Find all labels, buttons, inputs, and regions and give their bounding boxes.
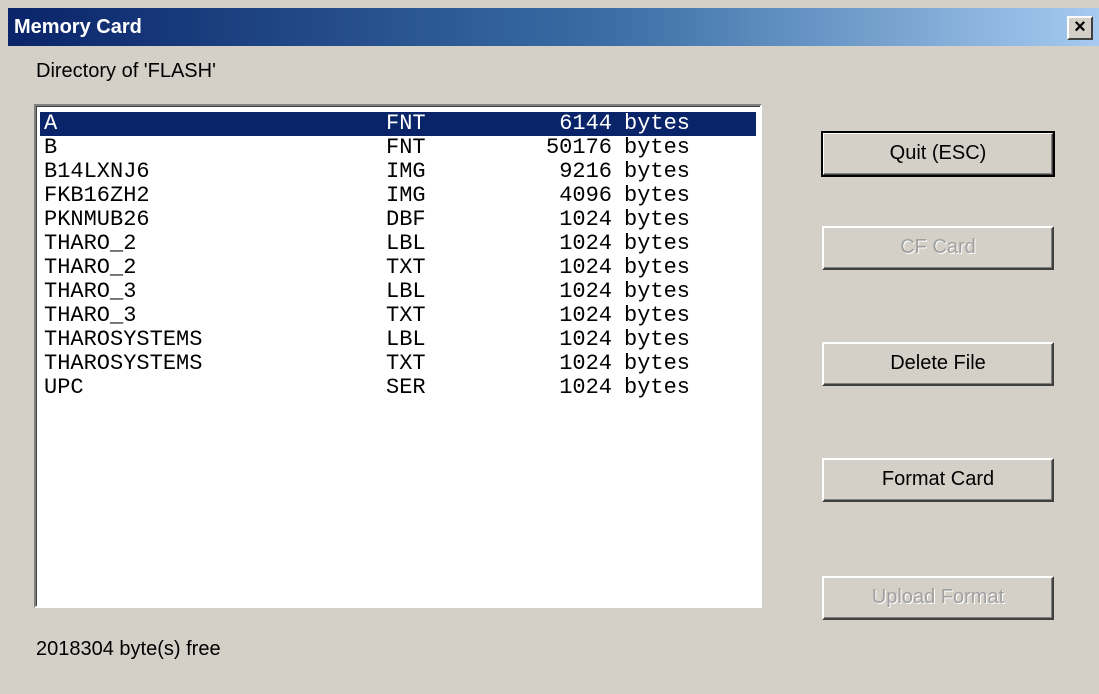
- file-list-item[interactable]: THARO_3 TXT 1024 bytes: [40, 304, 756, 328]
- file-size: 50176: [545, 135, 612, 160]
- file-name: THARO_3: [44, 303, 137, 328]
- file-size: 1024: [559, 279, 612, 304]
- file-size: 1024: [559, 327, 612, 352]
- upload-format-button[interactable]: Upload Format: [822, 576, 1054, 620]
- file-ext: LBL: [386, 231, 426, 256]
- file-listbox[interactable]: A FNT 6144 bytes B FNT 50176 bytes B14LXNJ6 IMG 92…: [34, 104, 762, 608]
- close-icon[interactable]: ×: [1067, 16, 1093, 40]
- file-ext: TXT: [386, 255, 426, 280]
- file-list-item[interactable]: THARO_2 TXT 1024 bytes: [40, 256, 756, 280]
- file-list-item[interactable]: A FNT 6144 bytes: [40, 112, 756, 136]
- file-ext: IMG: [386, 159, 426, 184]
- file-size-unit: bytes: [624, 327, 691, 352]
- file-list-item[interactable]: FKB16ZH2 IMG 4096 bytes: [40, 184, 756, 208]
- file-size: 1024: [559, 303, 612, 328]
- file-size: 1024: [559, 351, 612, 376]
- file-size-unit: bytes: [624, 159, 691, 184]
- file-name: THAROSYSTEMS: [44, 351, 203, 376]
- file-list-item[interactable]: THARO_2 LBL 1024 bytes: [40, 232, 756, 256]
- file-ext: TXT: [386, 303, 426, 328]
- file-name: UPC: [44, 375, 84, 400]
- file-ext: DBF: [386, 207, 426, 232]
- file-ext: LBL: [386, 279, 426, 304]
- file-list-item[interactable]: B14LXNJ6 IMG 9216 bytes: [40, 160, 756, 184]
- file-ext: SER: [386, 375, 426, 400]
- file-ext: LBL: [386, 327, 426, 352]
- file-size: 4096: [559, 183, 612, 208]
- file-ext: IMG: [386, 183, 426, 208]
- delete-file-button[interactable]: Delete File: [822, 342, 1054, 386]
- file-list-item[interactable]: PKNMUB26 DBF 1024 bytes: [40, 208, 756, 232]
- file-size-unit: bytes: [624, 375, 691, 400]
- window-title: Memory Card: [14, 16, 142, 38]
- file-size: 1024: [559, 255, 612, 280]
- file-size-unit: bytes: [624, 303, 691, 328]
- directory-label: Directory of 'FLASH': [36, 60, 216, 82]
- cf-card-button[interactable]: CF Card: [822, 226, 1054, 270]
- format-card-button[interactable]: Format Card: [822, 458, 1054, 502]
- file-size: 9216: [559, 159, 612, 184]
- file-size: 6144: [559, 111, 612, 136]
- file-size-unit: bytes: [624, 111, 691, 136]
- file-size: 1024: [559, 207, 612, 232]
- file-name: B14LXNJ6: [44, 159, 150, 184]
- file-size-unit: bytes: [624, 231, 691, 256]
- file-list-item[interactable]: THAROSYSTEMS TXT 1024 bytes: [40, 352, 756, 376]
- title-bar[interactable]: Memory Card ×: [8, 8, 1099, 46]
- file-name: B: [44, 135, 58, 160]
- file-size-unit: bytes: [624, 207, 691, 232]
- free-space-label: 2018304 byte(s) free: [36, 638, 221, 660]
- file-size-unit: bytes: [624, 279, 691, 304]
- file-list-item[interactable]: B FNT 50176 bytes: [40, 136, 756, 160]
- file-ext: FNT: [386, 135, 426, 160]
- file-size-unit: bytes: [624, 351, 691, 376]
- file-ext: FNT: [386, 111, 426, 136]
- file-name: THAROSYSTEMS: [44, 327, 203, 352]
- file-name: PKNMUB26: [44, 207, 150, 232]
- memory-card-dialog: Memory Card × Directory of 'FLASH' A FNT 6…: [0, 0, 1099, 694]
- file-size: 1024: [559, 375, 612, 400]
- file-ext: TXT: [386, 351, 426, 376]
- file-name: THARO_2: [44, 255, 137, 280]
- file-size-unit: bytes: [624, 135, 691, 160]
- quit-button[interactable]: Quit (ESC): [821, 131, 1055, 177]
- file-name: A: [44, 111, 58, 136]
- file-name: THARO_2: [44, 231, 137, 256]
- file-size: 1024: [559, 231, 612, 256]
- file-list-item[interactable]: THAROSYSTEMS LBL 1024 bytes: [40, 328, 756, 352]
- file-name: THARO_3: [44, 279, 137, 304]
- file-name: FKB16ZH2: [44, 183, 150, 208]
- file-list-item[interactable]: THARO_3 LBL 1024 bytes: [40, 280, 756, 304]
- file-size-unit: bytes: [624, 183, 691, 208]
- file-size-unit: bytes: [624, 255, 691, 280]
- file-list-item[interactable]: UPC SER 1024 bytes: [40, 376, 756, 400]
